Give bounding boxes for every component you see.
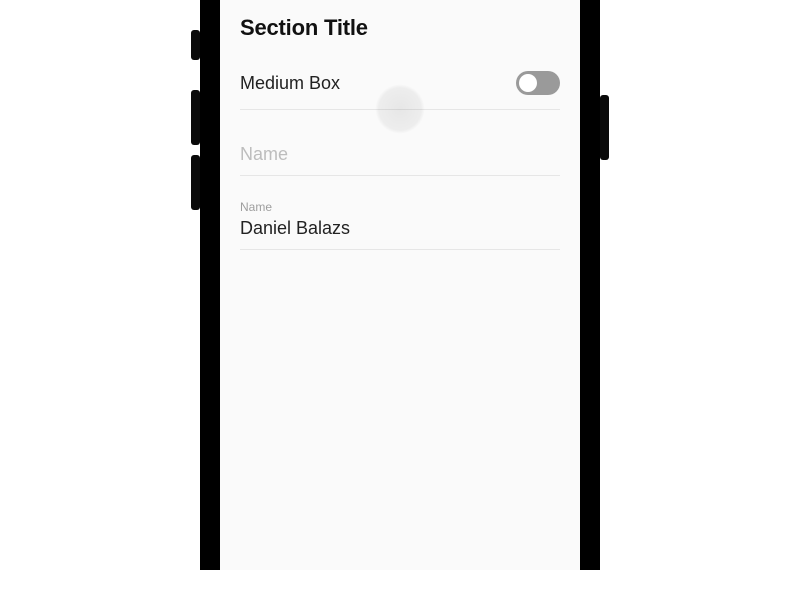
- screen: Section Title Medium Box Name Name Danie…: [220, 0, 580, 570]
- toggle-knob: [519, 74, 537, 92]
- name-field-value: Daniel Balazs: [240, 218, 560, 239]
- name-field-placeholder: Name: [240, 144, 288, 164]
- toggle-switch[interactable]: [516, 71, 560, 95]
- side-button-volume-up: [191, 90, 200, 145]
- side-button-power: [600, 95, 609, 160]
- section-title: Section Title: [240, 15, 560, 41]
- side-button-volume-down: [191, 155, 200, 210]
- phone-frame: Section Title Medium Box Name Name Danie…: [165, 0, 635, 570]
- side-button-mute: [191, 30, 200, 60]
- toggle-label: Medium Box: [240, 73, 340, 94]
- toggle-row[interactable]: Medium Box: [240, 71, 560, 110]
- name-field-empty[interactable]: Name: [240, 138, 560, 176]
- touch-ripple-icon: [375, 84, 425, 134]
- name-field-filled[interactable]: Name Daniel Balazs: [240, 198, 560, 250]
- name-field-floating-label: Name: [240, 200, 560, 214]
